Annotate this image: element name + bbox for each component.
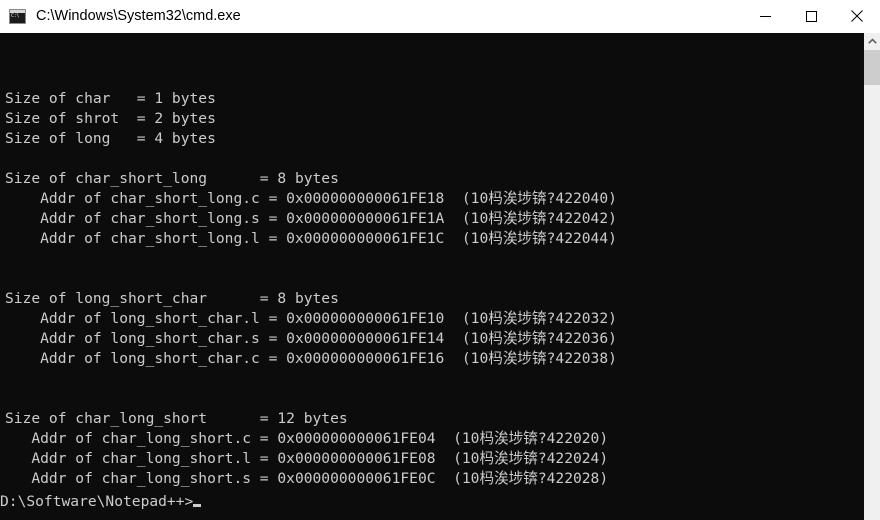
prompt-path: D:\Software\Notepad++> xyxy=(0,493,194,510)
console-line: Addr of char_short_long.s = 0x0000000000… xyxy=(5,210,617,227)
close-icon xyxy=(851,10,863,22)
scrollbar-track[interactable] xyxy=(864,50,880,520)
console-line: Addr of char_short_long.c = 0x0000000000… xyxy=(5,190,617,207)
icon-prompt-glyph: C:\ xyxy=(11,12,20,19)
minimize-button[interactable] xyxy=(742,0,788,32)
text-cursor xyxy=(193,504,202,507)
chevron-up-icon xyxy=(867,38,877,44)
caption-buttons xyxy=(742,0,880,32)
title-bar[interactable]: C:\ C:\Windows\System32\cmd.exe xyxy=(0,0,880,33)
console-line: Size of char_short_long = 8 bytes xyxy=(5,170,339,187)
window-title: C:\Windows\System32\cmd.exe xyxy=(36,8,241,24)
console-line: Addr of long_short_char.l = 0x0000000000… xyxy=(5,310,617,327)
console-line: Addr of char_long_short.c = 0x0000000000… xyxy=(5,430,609,447)
scrollbar-thumb[interactable] xyxy=(864,50,880,85)
console-line: Size of long = 4 bytes xyxy=(5,130,216,147)
console-line: Addr of long_short_char.c = 0x0000000000… xyxy=(5,350,617,367)
console-line: Size of char_long_short = 12 bytes xyxy=(5,410,348,427)
cmd-console-icon: C:\ xyxy=(9,8,26,24)
console-line: Size of shrot = 2 bytes xyxy=(5,110,216,127)
console-line: Size of char = 1 bytes xyxy=(5,90,216,107)
console-area[interactable]: Size of char = 1 bytes Size of shrot = 2 … xyxy=(0,33,880,520)
console-line: Addr of char_long_short.l = 0x0000000000… xyxy=(5,450,609,467)
command-prompt-line[interactable]: D:\Software\Notepad++> xyxy=(0,492,202,512)
vertical-scrollbar[interactable] xyxy=(864,33,880,520)
cmd-window: C:\ C:\Windows\System32\cmd.exe Size of … xyxy=(0,0,880,520)
maximize-button[interactable] xyxy=(788,0,834,32)
console-line: Addr of long_short_char.s = 0x0000000000… xyxy=(5,330,617,347)
console-lines: Size of char = 1 bytes Size of shrot = 2 … xyxy=(0,73,864,489)
console-line: Addr of char_long_short.s = 0x0000000000… xyxy=(5,470,609,487)
console-line: Addr of char_short_long.l = 0x0000000000… xyxy=(5,230,617,247)
title-bar-left: C:\ C:\Windows\System32\cmd.exe xyxy=(0,8,742,24)
scroll-up-button[interactable] xyxy=(864,33,880,50)
minimize-icon xyxy=(759,15,771,17)
maximize-icon xyxy=(805,10,817,22)
close-button[interactable] xyxy=(834,0,880,32)
console-output[interactable]: Size of char = 1 bytes Size of shrot = 2 … xyxy=(0,33,864,520)
console-line: Size of long_short_char = 8 bytes xyxy=(5,290,339,307)
